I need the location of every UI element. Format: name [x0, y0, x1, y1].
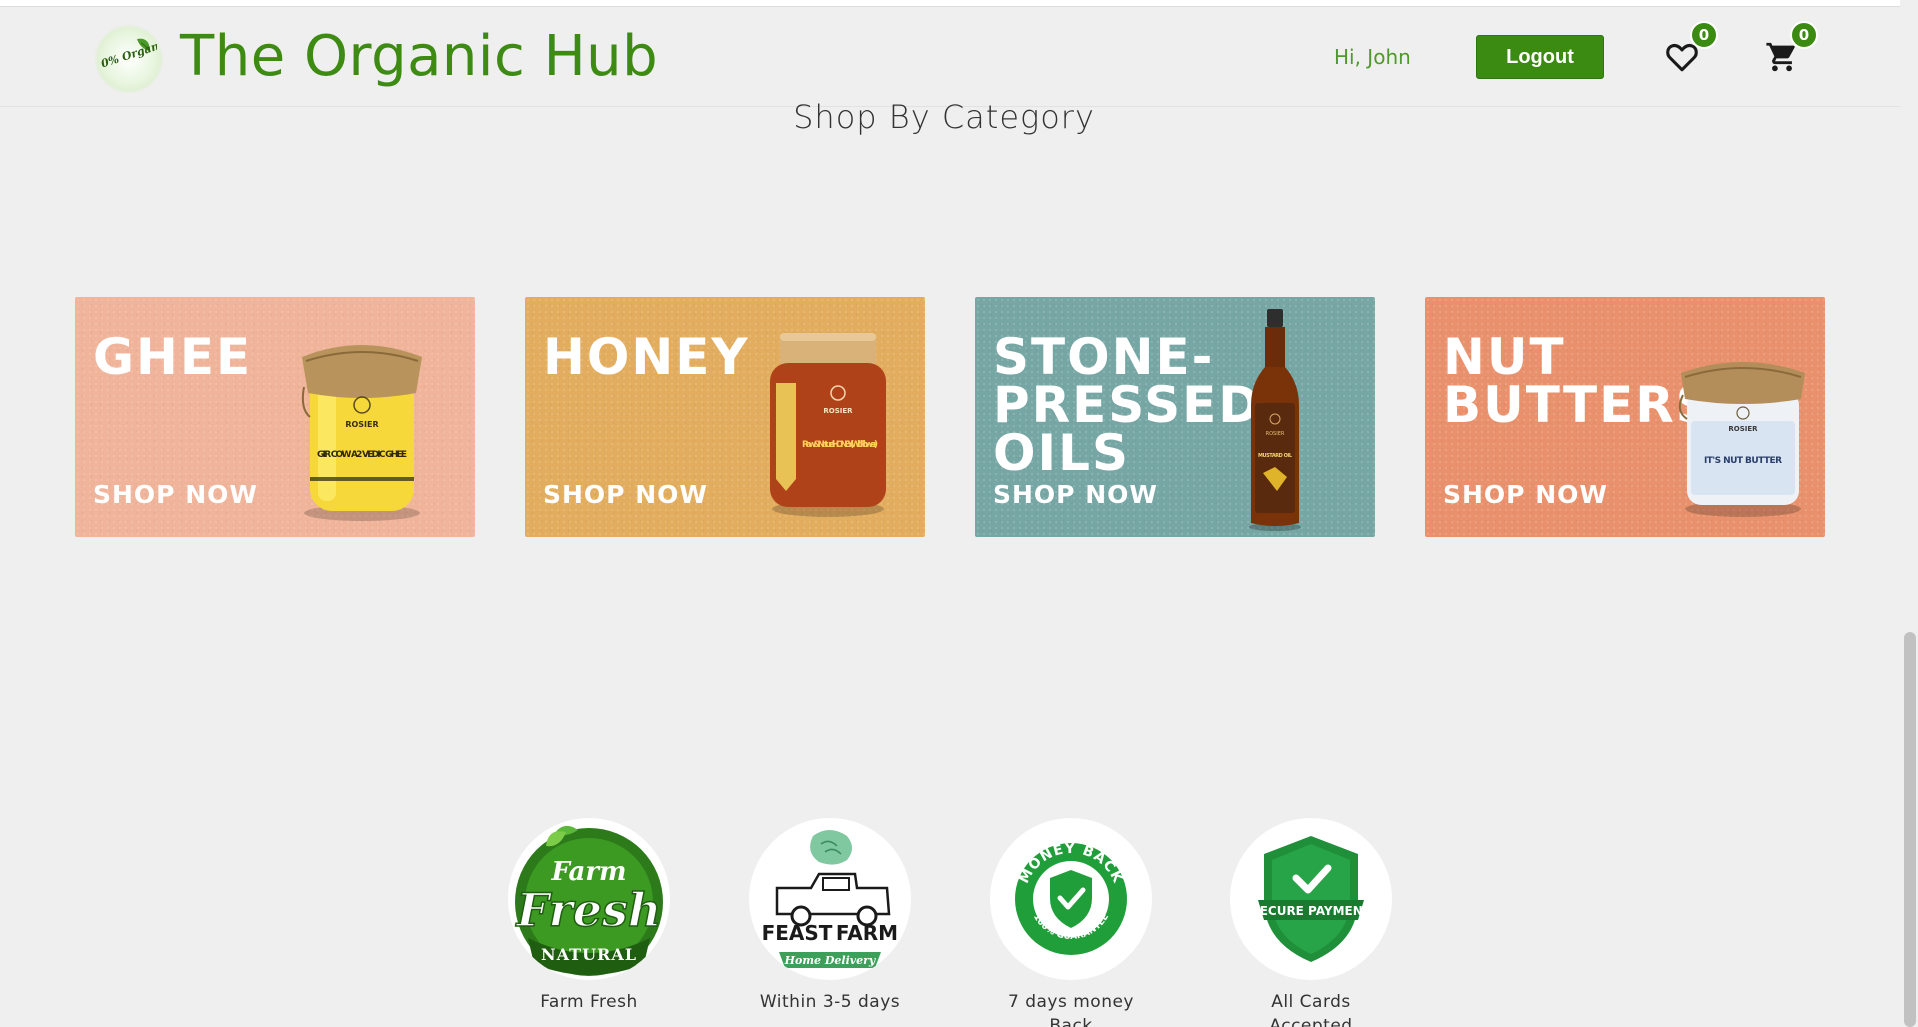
- feature-money-back: MONEY BACK 100% GUARANTEE 7 days money B…: [990, 818, 1152, 1027]
- jar-label: IT'S NUT BUTTER: [1704, 456, 1782, 466]
- money-back-guarantee-icon: MONEY BACK 100% GUARANTEE: [990, 818, 1152, 980]
- cart-count-badge: 0: [1790, 21, 1818, 49]
- feast-on-the-farm-truck-icon: FEAST FARM Home Delivery: [749, 818, 911, 980]
- badge-line: Home Delivery: [784, 954, 877, 967]
- wishlist-button[interactable]: 0: [1662, 21, 1718, 77]
- category-card-nut-butters[interactable]: NUT BUTTERS SHOP NOW ROSIER IT'S NUT BUT…: [1425, 297, 1825, 537]
- category-card-ghee[interactable]: GHEE SHOP NOW ROSIER GIR COW A2 VEDIC GH…: [75, 297, 475, 537]
- scrollbar-thumb[interactable]: [1904, 632, 1916, 1027]
- feature-label: All Cards Accepted: [1269, 992, 1353, 1027]
- logo-text: 100% Organic: [101, 36, 157, 75]
- heart-icon: [1666, 43, 1698, 72]
- brand-title[interactable]: The Organic Hub: [180, 21, 658, 93]
- nut-butter-jar-image: ROSIER IT'S NUT BUTTER: [1678, 362, 1805, 517]
- organic-logo-icon[interactable]: 100% Organic: [97, 27, 161, 91]
- shop-now-link[interactable]: SHOP NOW: [543, 480, 708, 509]
- cart-button[interactable]: 0: [1762, 21, 1818, 77]
- category-title: STONE- PRESSED OILS: [993, 328, 1262, 482]
- category-card-honey[interactable]: HONEY SHOP NOW ROSIER Raw & Natural HONE…: [525, 297, 925, 537]
- ghee-jar-image: ROSIER GIR COW A2 VEDIC GHEE: [301, 345, 422, 521]
- top-edge: [0, 0, 1900, 7]
- feature-label: Farm Fresh: [540, 992, 638, 1012]
- feature-label: 7 days money Back: [1007, 992, 1134, 1027]
- logout-button[interactable]: Logout: [1476, 35, 1604, 79]
- farm-fresh-badge-icon: Farm Fresh NATURAL: [508, 818, 670, 980]
- user-greeting: Hi, John: [1334, 45, 1411, 69]
- secure-payment-shield-icon: SECURE PAYMENT: [1230, 818, 1392, 980]
- bottle-label: MUSTARD OIL: [1258, 453, 1293, 459]
- feature-delivery: FEAST FARM Home Delivery Within 3-5 days: [749, 818, 911, 1014]
- jar-brand: ROSIER: [1728, 425, 1758, 433]
- jar-brand: ROSIER: [345, 420, 378, 429]
- badge-line: NATURAL: [541, 945, 637, 964]
- feature-farm-fresh: Farm Fresh NATURAL Farm Fresh: [508, 818, 670, 1014]
- shop-now-link[interactable]: SHOP NOW: [993, 480, 1158, 509]
- category-card-oils[interactable]: STONE- PRESSED OILS SHOP NOW ROSIER MUST…: [975, 297, 1375, 537]
- badge-line: Fresh: [515, 883, 662, 937]
- category-title: HONEY: [543, 328, 750, 386]
- wishlist-count-badge: 0: [1690, 21, 1718, 49]
- shop-now-link[interactable]: SHOP NOW: [93, 480, 258, 509]
- category-title: GHEE: [93, 328, 253, 386]
- badge-line: FARM: [836, 921, 898, 945]
- shop-now-link[interactable]: SHOP NOW: [1443, 480, 1608, 509]
- bottle-brand: ROSIER: [1266, 431, 1285, 437]
- site-header: 100% Organic The Organic Hub Hi, John Lo…: [0, 7, 1900, 107]
- section-title: Shop By Category: [793, 98, 1095, 136]
- badge-line: FEAST: [762, 921, 833, 945]
- honey-jar-image: ROSIER Raw & Natural HONEY (Wild Flower): [770, 333, 886, 517]
- feature-secure-payment: SECURE PAYMENT All Cards Accepted: [1230, 818, 1392, 1027]
- badge-line: SECURE PAYMENT: [1251, 904, 1372, 918]
- jar-brand: ROSIER: [823, 407, 853, 415]
- jar-label: Raw & Natural HONEY (Wild Flower): [802, 440, 878, 450]
- jar-label: GIR COW A2 VEDIC GHEE: [317, 450, 407, 460]
- oil-bottle-image: ROSIER MUSTARD OIL: [1249, 309, 1301, 531]
- feature-label: Within 3-5 days: [759, 992, 901, 1012]
